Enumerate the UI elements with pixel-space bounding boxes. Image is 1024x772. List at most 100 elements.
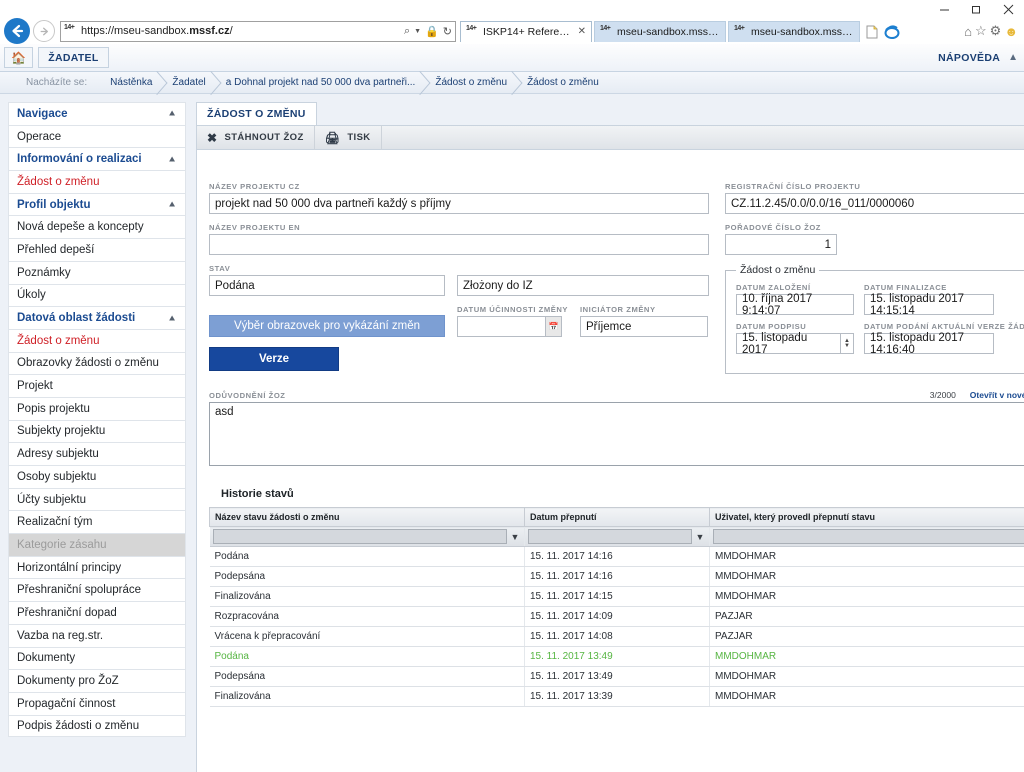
sidebar-item-25[interactable]: Dokumenty pro ŽoZ	[8, 669, 186, 692]
filter-input-state[interactable]	[212, 529, 507, 544]
sidebar-item-21[interactable]: Přeshraniční spolupráce	[8, 578, 186, 602]
chevron-up-icon[interactable]: ▲	[1008, 52, 1020, 63]
filter-input-user[interactable]	[713, 529, 1024, 544]
sidebar-item-22[interactable]: Přeshraniční dopad	[8, 601, 186, 624]
app-home-button[interactable]: 🏠	[4, 47, 34, 68]
chevron-up-icon[interactable]: ▲	[167, 313, 177, 322]
tab-close-icon[interactable]: ✕	[578, 26, 586, 37]
created-input[interactable]: 10. října 2017 9:14:07	[736, 293, 854, 317]
submitted-input[interactable]: 15. listopadu 2017 14:16:40	[864, 332, 994, 356]
minimize-icon[interactable]	[928, 0, 960, 18]
initiator-input[interactable]: Příjemce	[579, 316, 708, 337]
table-row[interactable]: Rozpracována 15. 11. 2017 14:09 PAZJAR	[209, 606, 1024, 627]
help-link[interactable]: NÁPOVĚDA	[930, 52, 1008, 64]
table-row[interactable]: Finalizována 15. 11. 2017 13:39 MMDOHMAR	[209, 686, 1024, 707]
reg-number-input[interactable]: CZ.11.2.45/0.0/0.0/16_011/0000060	[725, 193, 1024, 214]
sidebar-item-6[interactable]: Přehled depeší	[8, 238, 186, 261]
browser-tab-2[interactable]: 14+ mseu-sandbox.mssf.cz	[728, 20, 860, 42]
sidebar-item-15[interactable]: Adresy subjektu	[8, 442, 186, 465]
sidebar-item-5[interactable]: Nová depeše a koncepty	[8, 215, 186, 239]
close-icon[interactable]	[992, 0, 1024, 18]
stav-secondary-input[interactable]: Złożony do IZ	[457, 275, 709, 296]
sidebar-item-27[interactable]: Podpis žádosti o změnu	[8, 714, 186, 738]
sidebar-item-20[interactable]: Horizontální principy	[8, 555, 186, 579]
download-zoz-button[interactable]: ✖ STÁHNOUT ŽOZ	[197, 125, 315, 150]
refresh-icon[interactable]: ↻	[443, 25, 452, 38]
chevron-up-icon[interactable]: ▲	[167, 200, 177, 209]
restore-icon[interactable]	[960, 0, 992, 18]
search-icon[interactable]: ⌕	[404, 25, 410, 38]
signed-input[interactable]: 15. listopadu 2017	[736, 332, 841, 356]
sidebar-item-0[interactable]: Navigace ▲	[8, 102, 186, 125]
breadcrumb-item-2[interactable]: a Dohnal projekt nad 50 000 dva partneři…	[219, 72, 429, 94]
role-button-zadatel[interactable]: ŽADATEL	[38, 47, 109, 68]
calendar-icon[interactable]: 📅	[546, 316, 562, 337]
home-icon[interactable]: ⌂	[964, 24, 972, 39]
sidebar-item-14[interactable]: Subjekty projektu	[8, 419, 186, 443]
filter-icon[interactable]: ▼	[509, 532, 521, 542]
breadcrumb-item-3[interactable]: Žádost o změnu	[428, 72, 520, 94]
new-tab-icon[interactable]	[862, 23, 882, 42]
ie-logo-icon[interactable]	[882, 23, 902, 42]
sidebar-item-13[interactable]: Popis projektu	[8, 396, 186, 420]
sidebar-item-11[interactable]: Obrazovky žádosti o změnu	[8, 351, 186, 375]
open-new-window-link[interactable]: Otevřít v novém okně	[970, 390, 1024, 400]
sidebar-item-10[interactable]: Žádost o změnu	[8, 328, 186, 352]
sidebar-item-4[interactable]: Profil objektu ▲	[8, 192, 186, 216]
breadcrumb-item-0[interactable]: Nástěnka	[103, 72, 165, 94]
table-row[interactable]: Finalizována 15. 11. 2017 14:15 MMDOHMAR	[209, 586, 1024, 607]
sidebar-item-9[interactable]: Datová oblast žádosti ▲	[8, 306, 186, 329]
table-row[interactable]: Vrácena k přepracování 15. 11. 2017 14:08…	[209, 626, 1024, 647]
sidebar-item-24[interactable]: Dokumenty	[8, 646, 186, 670]
spinner-updown-icon[interactable]: ▲ ▼	[841, 333, 854, 354]
sidebar-item-23[interactable]: Vazba na reg.str.	[8, 623, 186, 647]
stav-input[interactable]: Podána	[209, 275, 445, 296]
select-screens-button[interactable]: Výběr obrazovek pro vykázání změn	[209, 315, 445, 337]
chevron-up-icon[interactable]: ▲	[167, 155, 177, 164]
print-button[interactable]: 🖨 TISK	[315, 125, 382, 150]
table-row[interactable]: Podána 15. 11. 2017 13:49 MMDOHMAR	[209, 646, 1024, 667]
stav-row: Podána Złożony do IZ	[209, 275, 709, 296]
filter-input-date[interactable]	[528, 529, 692, 544]
form-left-column: NÁZEV PROJEKTU CZ projekt nad 50 000 dva…	[209, 182, 709, 374]
project-name-en-input[interactable]	[209, 234, 709, 255]
oduvodneni-textarea[interactable]: asd	[209, 402, 1024, 466]
cell-state: Podepsána	[209, 566, 525, 587]
forward-arrow-icon[interactable]	[33, 20, 55, 42]
address-bar[interactable]: 14+ https://mseu-sandbox.mssf.cz/ ⌕ ▼ 🔒 …	[60, 20, 456, 42]
column-header-state[interactable]: Název stavu žádosti o změnu	[209, 507, 525, 527]
sidebar-item-18[interactable]: Realizační tým	[8, 510, 186, 534]
browser-tab-0[interactable]: 14+ ISKP14+ Reference : ... ✕	[460, 20, 592, 42]
table-row[interactable]: Podána 15. 11. 2017 14:16 MMDOHMAR	[209, 546, 1024, 567]
sidebar-item-8[interactable]: Úkoly	[8, 283, 186, 307]
smiley-feedback-icon[interactable]: ☻	[1004, 24, 1018, 39]
back-arrow-icon[interactable]	[4, 18, 30, 44]
dropdown-icon[interactable]: ▼	[414, 28, 421, 35]
sidebar-item-1[interactable]: Operace	[8, 124, 186, 148]
favorites-star-icon[interactable]: ☆	[975, 23, 987, 39]
form-toolbar: ✖ STÁHNOUT ŽOZ 🖨 TISK	[196, 125, 1024, 150]
sidebar-item-26[interactable]: Propagační činnost	[8, 691, 186, 715]
project-name-cz-input[interactable]: projekt nad 50 000 dva partneři každý s …	[209, 193, 709, 214]
sidebar-item-2[interactable]: Informování o realizaci ▲	[8, 147, 186, 171]
chevron-up-icon[interactable]: ▲	[167, 109, 177, 118]
browser-tab-1[interactable]: 14+ mseu-sandbox.mssf.cz	[594, 20, 726, 42]
finalized-input[interactable]: 15. listopadu 2017 14:15:14	[864, 293, 994, 317]
filter-icon[interactable]: ▼	[694, 532, 706, 542]
breadcrumb-item-1[interactable]: Žadatel	[165, 72, 218, 94]
sidebar-item-3[interactable]: Žádost o změnu	[8, 170, 186, 193]
settings-gear-icon[interactable]: ⚙	[990, 23, 1002, 39]
sidebar-item-7[interactable]: Poznámky	[8, 260, 186, 284]
sidebar-item-16[interactable]: Osoby subjektu	[8, 465, 186, 488]
tab-zadost-o-zmenu[interactable]: ŽÁDOST O ZMĚNU	[196, 102, 317, 125]
verze-button[interactable]: Verze	[209, 347, 339, 371]
table-row[interactable]: Podepsána 15. 11. 2017 14:16 MMDOHMAR	[209, 566, 1024, 587]
table-row[interactable]: Podepsána 15. 11. 2017 13:49 MMDOHMAR	[209, 666, 1024, 687]
sidebar-item-17[interactable]: Účty subjektu	[8, 487, 186, 511]
cell-state: Podána	[209, 646, 525, 667]
column-header-date[interactable]: Datum přepnutí	[524, 507, 710, 527]
sidebar-item-12[interactable]: Projekt	[8, 374, 186, 397]
column-header-user[interactable]: Uživatel, který provedl přepnutí stavu	[708, 507, 1024, 527]
order-number-input[interactable]: 1	[725, 234, 837, 255]
effective-date-input[interactable]	[457, 316, 546, 337]
